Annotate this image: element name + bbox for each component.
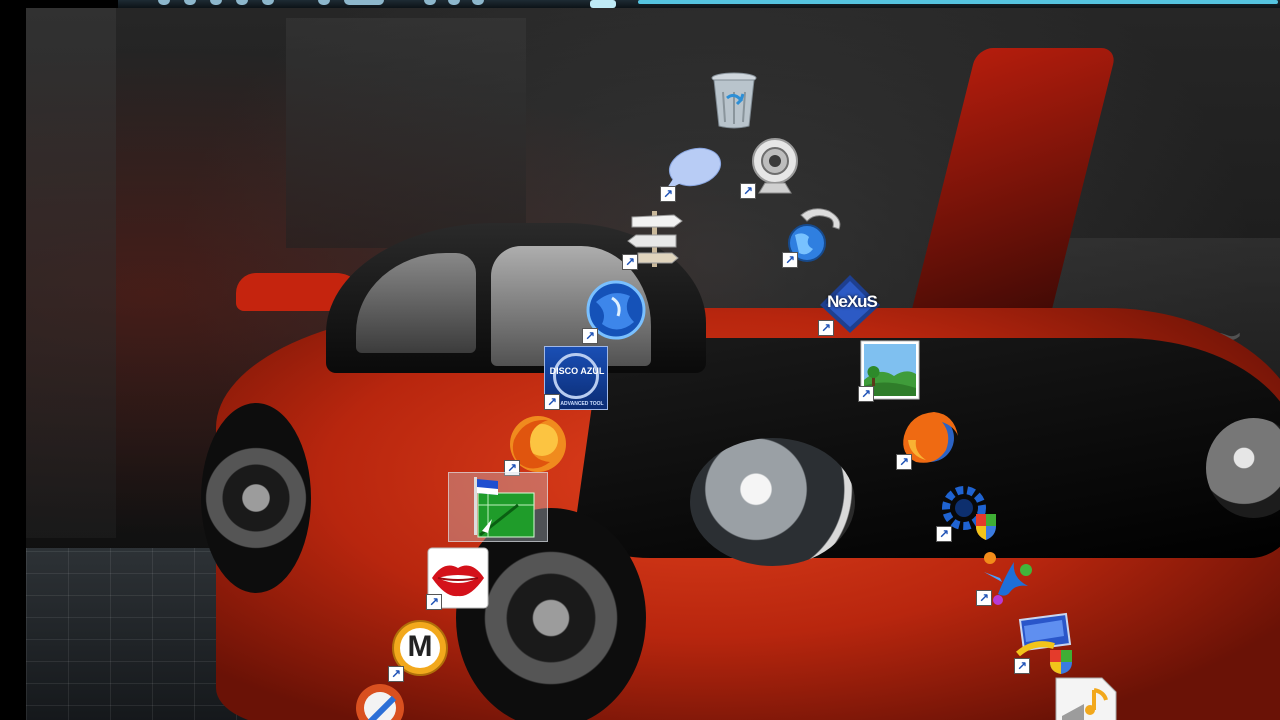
taskbar-button[interactable] [448, 0, 460, 5]
desktop-icon-recycle-bin[interactable] [702, 68, 766, 132]
disco-azul-logo-text: DISCO AZUL [549, 366, 605, 376]
taskbar-button[interactable] [424, 0, 436, 5]
wall-panel [286, 18, 526, 248]
shortcut-arrow-icon: ↗ [426, 594, 442, 610]
desktop-icon-webcam[interactable]: ↗ [740, 135, 804, 199]
taskbar-progress-track[interactable] [638, 0, 1278, 4]
desktop-icon-dancer[interactable]: ↗ [976, 542, 1040, 606]
shortcut-arrow-icon: ↗ [660, 186, 676, 202]
taskbar-progress-thumb[interactable] [590, 0, 616, 8]
shortcut-arrow-icon: ↗ [740, 183, 756, 199]
desktop-icon-flag-window[interactable] [448, 472, 548, 542]
desktop-icon-music-file[interactable] [1054, 676, 1118, 720]
shortcut-arrow-icon: ↗ [976, 590, 992, 606]
taskbar-button[interactable] [318, 0, 330, 5]
recycle-bin-icon [702, 68, 766, 132]
desktop-icon-speech-bubble[interactable]: ↗ [660, 138, 724, 202]
taskbar-button[interactable] [236, 0, 248, 5]
megaupload-letter: M [407, 630, 433, 663]
shortcut-arrow-icon: ↗ [582, 328, 598, 344]
taskbar-button[interactable] [184, 0, 196, 5]
taskbar-button[interactable] [472, 0, 484, 5]
car-rear-wheel [201, 403, 311, 593]
desktop-screen: ~ ~ ↗ [0, 0, 1280, 720]
taskbar-button[interactable] [344, 0, 384, 5]
nexus-logo-text: NeXuS [827, 292, 878, 311]
shortcut-arrow-icon: ↗ [1014, 658, 1030, 674]
desktop-icon-network-settings[interactable]: ↗ [1014, 610, 1078, 674]
desktop-icon-broom-tool[interactable] [350, 682, 414, 720]
shortcut-arrow-icon: ↗ [858, 386, 874, 402]
shortcut-arrow-icon: ↗ [388, 666, 404, 682]
shortcut-arrow-icon: ↗ [896, 454, 912, 470]
desktop-icon-lips[interactable]: ↗ [426, 546, 490, 610]
shortcut-arrow-icon: ↗ [622, 254, 638, 270]
broom-icon [350, 682, 414, 720]
desktop-icon-blue-globe[interactable]: ↗ [582, 280, 646, 344]
desktop-icon-signpost[interactable]: ↗ [622, 206, 686, 270]
car-headlight [690, 438, 855, 566]
desktop-icon-disco-azul[interactable]: DISCO AZUL ADVANCED TOOL ↗ [544, 346, 608, 410]
desktop-icon-phone-globe[interactable]: ↗ [782, 204, 846, 268]
taskbar-button[interactable] [158, 0, 170, 5]
shortcut-arrow-icon: ↗ [936, 526, 952, 542]
shortcut-arrow-icon: ↗ [544, 394, 560, 410]
desktop-icon-megaupload[interactable]: M ↗ [388, 618, 452, 682]
desktop-wallpaper: ~ ~ [26, 8, 1280, 720]
desktop-icon-nexus[interactable]: NeXuS ↗ [818, 272, 882, 336]
music-note-icon [1054, 676, 1118, 720]
disco-azul-sublabel: ADVANCED TOOL [560, 401, 604, 407]
desktop-icon-firefox-ball[interactable]: ↗ [504, 412, 568, 476]
taskbar-button[interactable] [210, 0, 222, 5]
desktop-icon-picture-viewer[interactable]: ↗ [858, 338, 922, 402]
desktop-icon-system-tool[interactable]: ↗ [936, 478, 1000, 542]
shortcut-arrow-icon: ↗ [782, 252, 798, 268]
shortcut-arrow-icon: ↗ [818, 320, 834, 336]
top-taskbar [118, 0, 1280, 8]
wall-panel [26, 8, 116, 538]
letterbox-left [0, 0, 26, 720]
desktop-icon-firefox[interactable]: ↗ [896, 406, 960, 470]
taskbar-button[interactable] [262, 0, 274, 5]
flag-window-icon [449, 473, 547, 541]
